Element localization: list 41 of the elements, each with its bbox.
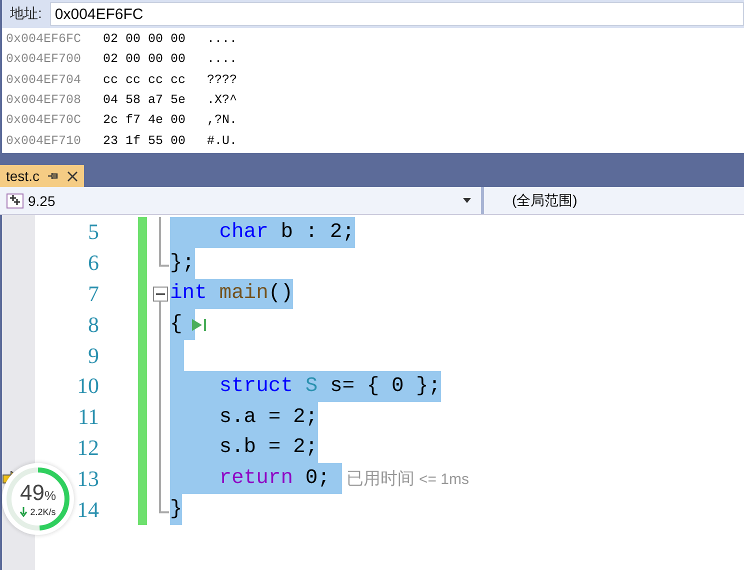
memory-address: 0x004EF700 [6,52,82,66]
address-field[interactable]: 0x004EF6FC [50,2,744,26]
address-label: 地址: [10,5,42,23]
memory-address: 0x004EF710 [6,134,82,148]
line-number: 10 [77,373,99,400]
memory-chars: ???? [207,72,238,87]
line-number: 12 [77,434,99,461]
memory-bytes: 02 00 00 00 [103,32,187,46]
memory-chars: #.U. [207,134,238,148]
memory-address: 0x004EF70C [6,113,82,128]
memory-chars: ,?N. [207,113,238,128]
memory-bytes: cc cc cc cc [103,72,187,87]
memory-address: 0x004EF708 [6,93,82,108]
run-to-cursor-icon[interactable] [190,316,207,333]
line-number: 13 [77,466,99,492]
memory-bytes: 04 58 a7 5e [103,93,187,108]
scope-dropdown[interactable]: (全局范围) [484,187,578,214]
usage-percent: 49% [20,482,56,504]
line-number: 5 [88,219,99,246]
line-number: 7 [88,280,99,307]
memory-address: 0x004EF704 [6,72,82,87]
download-speed: 2.2K/s [30,506,56,516]
memory-bytes: 2c f7 4e 00 [103,113,187,128]
memory-chars: .... [207,52,238,66]
memory-address: 0x004EF6FC [6,32,82,46]
download-arrow-icon [20,506,28,516]
memory-chars: .... [207,32,238,46]
elapsed-time-hint: 已用时间 <= 1ms [346,468,470,490]
memory-bytes: 23 1f 55 00 [103,134,187,148]
memory-bytes: 02 00 00 00 [103,52,187,66]
line-number: 14 [77,496,99,523]
close-icon[interactable] [67,170,78,182]
dropdown-caret-icon [463,198,471,203]
member-icon [6,192,24,208]
line-number: 6 [88,250,99,276]
line-number: 11 [78,404,99,430]
file-tab[interactable]: test.c [0,165,84,187]
line-number: 8 [88,312,99,338]
line-number: 9 [88,342,99,369]
memory-chars: .X?^ [207,93,238,108]
pin-icon[interactable] [47,171,60,181]
